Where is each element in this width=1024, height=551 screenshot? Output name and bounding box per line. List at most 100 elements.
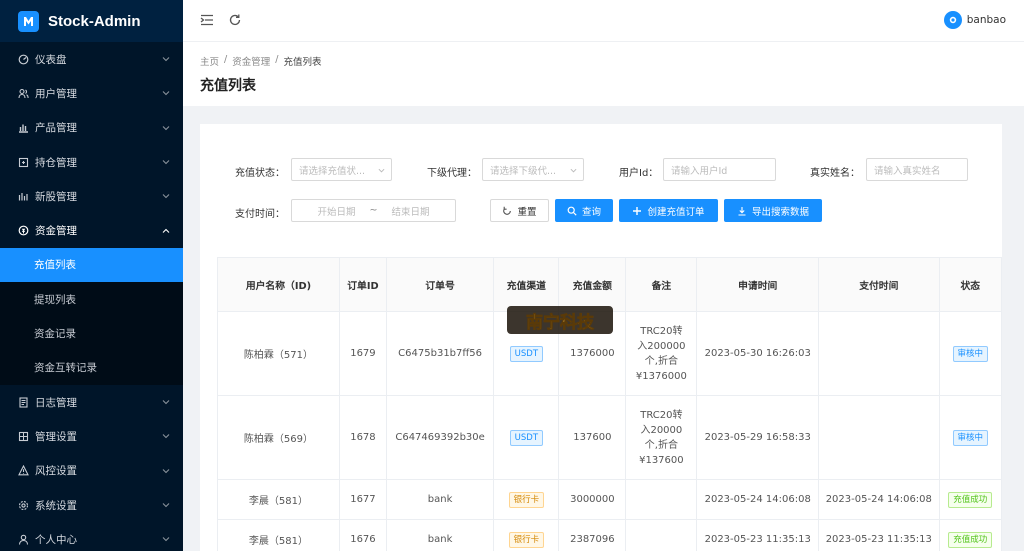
start-date-placeholder[interactable]: 开始日期	[318, 204, 356, 218]
sidebar-subitem-transfer-records[interactable]: 资金互转记录	[0, 350, 183, 385]
userid-input[interactable]: 请输入用户Id	[663, 158, 776, 181]
top-header: banbao	[183, 0, 1024, 42]
chevron-down-icon	[162, 434, 170, 439]
table-row: 李晨（581） 1676 bank 银行卡 2387096 2023-05-23…	[217, 519, 1003, 551]
cell-order-id: 1679	[338, 311, 387, 396]
breadcrumb-home[interactable]: 主页	[200, 54, 219, 68]
agent-select[interactable]: 请选择下级代...	[482, 158, 584, 181]
cell-status: 充值成功	[938, 479, 1003, 520]
sidebar-item-label: 产品管理	[35, 122, 77, 135]
status-badge: 审核中	[952, 429, 989, 446]
chevron-down-icon	[162, 468, 170, 473]
sidebar-subitem-label: 资金记录	[34, 328, 76, 341]
cell-order-no: bank	[385, 519, 495, 551]
chart-bars-icon	[18, 122, 29, 133]
sidebar-item-products[interactable]: 产品管理	[0, 111, 183, 145]
column-header-order-no: 订单号	[385, 257, 495, 312]
fund-icon	[18, 225, 29, 236]
sidebar-item-dashboard[interactable]: 仪表盘	[0, 42, 183, 76]
sidebar-subitem-recharge-list[interactable]: 充值列表	[0, 247, 183, 283]
user-menu[interactable]: banbao	[943, 11, 1006, 29]
ipo-icon	[18, 191, 29, 202]
search-button-label: 查询	[581, 206, 601, 218]
warning-icon	[18, 465, 29, 476]
refresh-icon[interactable]	[227, 12, 243, 28]
cell-order-no: C6475b31b7ff56	[385, 311, 495, 396]
date-range-picker[interactable]: 开始日期 ~ 结束日期	[291, 199, 456, 222]
settings-grid-icon	[18, 431, 29, 442]
status-badge: 充值成功	[948, 491, 993, 508]
cell-amount: 137600	[558, 395, 627, 480]
note-line: 个,折合	[644, 439, 678, 451]
chevron-down-icon	[162, 125, 170, 131]
userid-input-placeholder: 请输入用户Id	[671, 165, 728, 177]
dashboard-icon	[18, 54, 29, 65]
column-header-order-id: 订单ID	[338, 257, 387, 312]
realname-input[interactable]: 请输入真实姓名	[866, 158, 968, 181]
logo-icon	[18, 10, 39, 32]
column-header-user: 用户名称（ID)	[217, 257, 340, 312]
cell-note	[625, 479, 698, 520]
agent-select-placeholder: 请选择下级代...	[490, 165, 557, 177]
breadcrumb-parent[interactable]: 资金管理	[232, 54, 270, 68]
cell-user: 李晨（581）	[217, 519, 340, 551]
cell-channel: USDT	[493, 395, 560, 480]
sidebar-subitem-fund-records[interactable]: 资金记录	[0, 316, 183, 351]
sidebar-item-logs[interactable]: 日志管理	[0, 385, 183, 419]
sidebar: Stock-Admin 仪表盘 用户管理 产品管理 持仓管理 新股管理 资金管理…	[0, 0, 183, 551]
note-line: TRC20转	[640, 409, 683, 421]
logo[interactable]: Stock-Admin	[0, 0, 183, 42]
sidebar-item-risk-settings[interactable]: 风控设置	[0, 454, 183, 488]
breadcrumb: 主页 / 资金管理 / 充值列表	[200, 54, 321, 68]
chevron-down-icon	[162, 194, 170, 199]
sidebar-item-label: 新股管理	[35, 190, 77, 203]
cell-apply-time: 2023-05-29 16:58:33	[696, 395, 819, 480]
reset-button[interactable]: 重置	[490, 199, 549, 222]
create-recharge-order-button[interactable]: 创建充值订单	[619, 199, 718, 222]
note-line: ¥1376000	[635, 370, 687, 382]
menu-fold-icon[interactable]	[199, 12, 215, 28]
sidebar-item-label: 用户管理	[35, 87, 77, 100]
status-select[interactable]: 请选择充值状...	[291, 158, 392, 181]
search-button[interactable]: 查询	[555, 199, 613, 222]
channel-tag: 银行卡	[508, 491, 545, 508]
status-badge: 充值成功	[948, 531, 993, 548]
note-line: 入200000	[637, 340, 686, 352]
sidebar-subitem-withdraw-list[interactable]: 提现列表	[0, 282, 183, 317]
sidebar-item-funds[interactable]: 资金管理	[0, 213, 183, 247]
chevron-down-icon	[570, 168, 577, 173]
agent-filter-label: 下级代理：	[427, 168, 477, 179]
cell-status: 审核中	[938, 311, 1003, 396]
users-icon	[18, 88, 29, 99]
sidebar-item-system-settings[interactable]: 系统设置	[0, 488, 183, 522]
sidebar-item-users[interactable]: 用户管理	[0, 76, 183, 110]
channel-tag: USDT	[509, 429, 544, 446]
column-header-pay-time: 支付时间	[817, 257, 940, 312]
log-icon	[18, 397, 29, 408]
breadcrumb-separator: /	[275, 54, 279, 65]
chevron-down-icon	[162, 160, 170, 165]
cell-amount: 2387096	[558, 519, 627, 551]
cell-note: TRC20转 入20000 个,折合 ¥137600	[625, 395, 698, 480]
end-date-placeholder[interactable]: 结束日期	[391, 204, 429, 218]
position-icon	[18, 157, 29, 168]
reset-icon	[503, 206, 512, 215]
sidebar-item-admin-settings[interactable]: 管理设置	[0, 419, 183, 453]
sidebar-item-positions[interactable]: 持仓管理	[0, 145, 183, 179]
gear-icon	[18, 500, 29, 511]
userid-filter-label: 用户Id：	[619, 168, 659, 179]
sidebar-item-ipo[interactable]: 新股管理	[0, 179, 183, 213]
date-range-separator: ~	[369, 205, 378, 216]
export-button-label: 导出搜索数据	[751, 206, 809, 218]
sidebar-item-profile[interactable]: 个人中心	[0, 522, 183, 551]
chevron-up-icon	[162, 228, 170, 233]
create-button-label: 创建充值订单	[647, 206, 705, 218]
cell-user: 陈柏霖（569）	[217, 395, 340, 480]
status-filter-label: 充值状态：	[235, 168, 285, 179]
realname-filter-label: 真实姓名：	[810, 168, 860, 179]
cell-user: 陈柏霖（571）	[217, 311, 340, 396]
sidebar-item-label: 管理设置	[35, 430, 77, 443]
user-icon	[18, 534, 29, 545]
export-search-data-button[interactable]: 导出搜索数据	[724, 199, 822, 222]
cell-order-id: 1678	[338, 395, 387, 480]
